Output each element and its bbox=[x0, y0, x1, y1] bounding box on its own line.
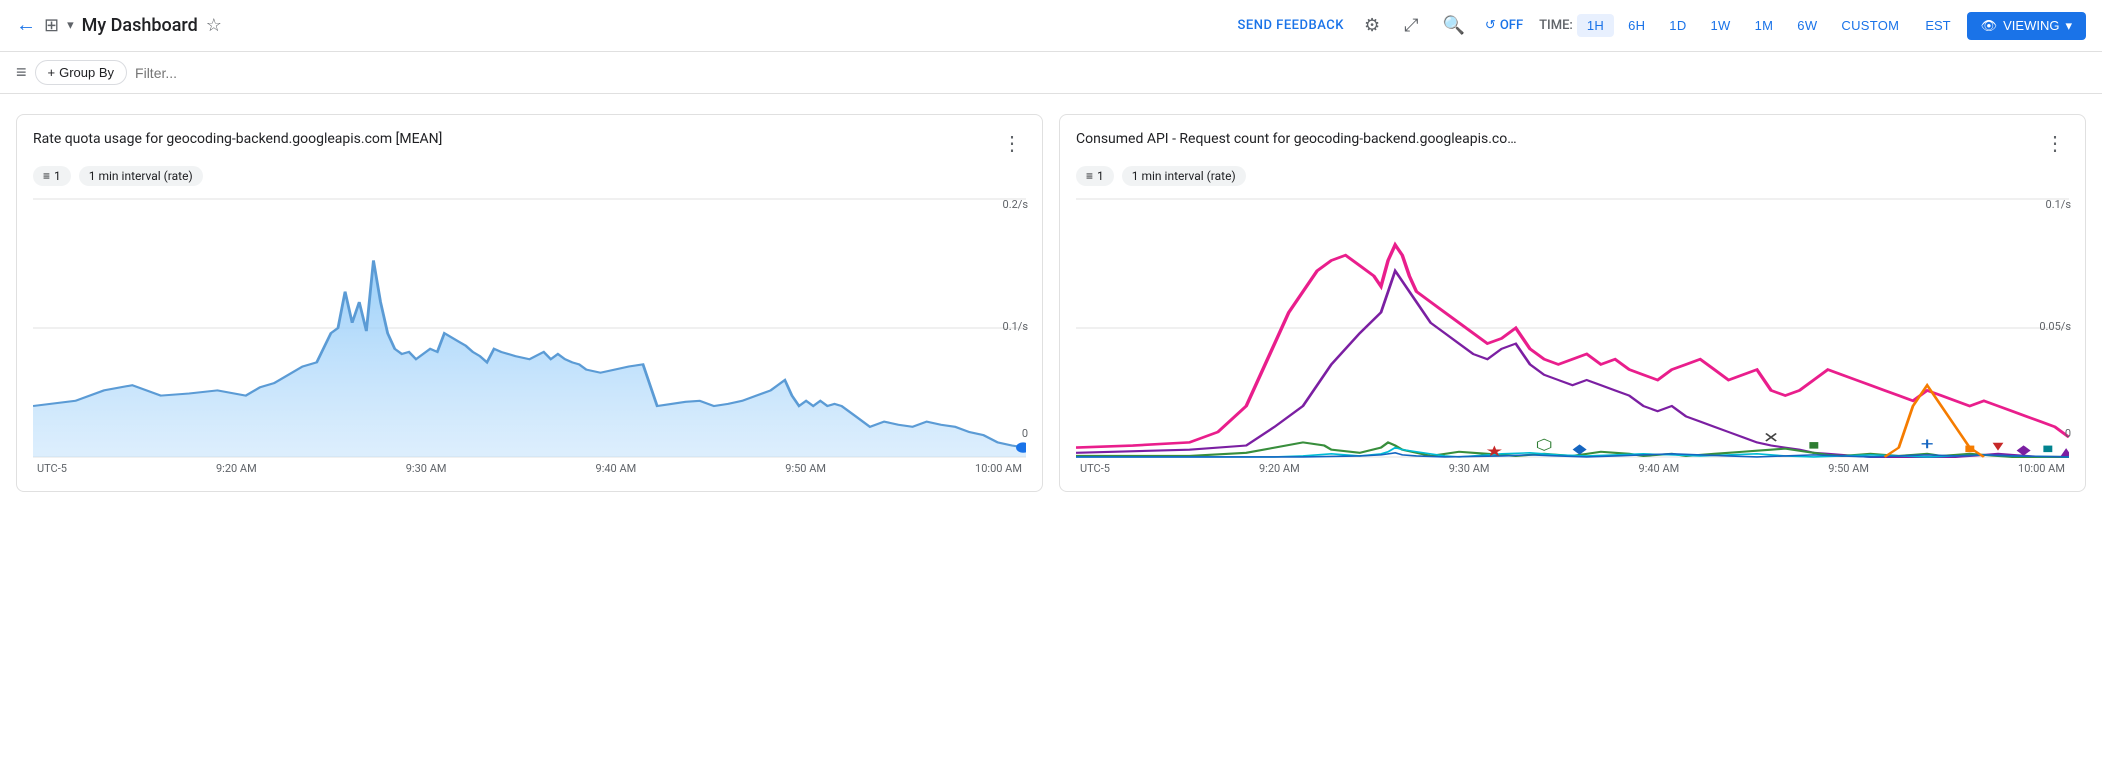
viewing-label: VIEWING bbox=[2003, 18, 2059, 33]
chart-2-svg: ★ ⬡ ◆ ✕ ■ + ■ ▼ ◆ bbox=[1076, 198, 2069, 458]
filter-bar: ≡ + Group By bbox=[0, 52, 2102, 94]
x-label-1000: 10:00 AM bbox=[975, 462, 1022, 475]
x-label-950: 9:50 AM bbox=[785, 462, 826, 475]
group-by-button[interactable]: + Group By bbox=[35, 60, 128, 85]
filter-tag-icon: ≡ bbox=[43, 169, 50, 183]
header-left: ← ⊞ ▾ My Dashboard ☆ bbox=[16, 14, 1230, 37]
settings-icon[interactable]: ⚙ bbox=[1360, 11, 1384, 40]
y-label-bottom-1: 0 bbox=[1022, 427, 1028, 440]
time-1m-button[interactable]: 1M bbox=[1745, 14, 1784, 37]
svg-text:★: ★ bbox=[1486, 443, 1504, 458]
dashboard-title: My Dashboard bbox=[82, 15, 198, 36]
chart-1-x-labels: UTC-5 9:20 AM 9:30 AM 9:40 AM 9:50 AM 10… bbox=[33, 462, 1026, 475]
chart-2-header: Consumed API - Request count for geocodi… bbox=[1076, 131, 2069, 156]
chart-2-menu-button[interactable]: ⋮ bbox=[2041, 131, 2069, 156]
y-label-top-2: 0.1/s bbox=[2046, 198, 2071, 211]
interval-tag-label: 1 min interval (rate) bbox=[89, 169, 193, 183]
svg-text:▲: ▲ bbox=[2057, 443, 2069, 458]
fullscreen-icon[interactable]: ⤢ bbox=[1400, 11, 1422, 40]
x2-label-950: 9:50 AM bbox=[1828, 462, 1869, 475]
interval-tag-2-label: 1 min interval (rate) bbox=[1132, 169, 1236, 183]
timezone-button[interactable]: EST bbox=[1925, 18, 1950, 33]
x2-label-920: 9:20 AM bbox=[1259, 462, 1300, 475]
svg-text:■: ■ bbox=[2042, 440, 2053, 456]
dropdown-icon[interactable]: ▾ bbox=[67, 18, 74, 33]
filter-tag-2-icon: ≡ bbox=[1086, 169, 1093, 183]
chart-2-title: Consumed API - Request count for geocodi… bbox=[1076, 131, 1517, 147]
x-label-940: 9:40 AM bbox=[596, 462, 637, 475]
chart-2-filter-tag[interactable]: ≡ 1 bbox=[1076, 166, 1114, 186]
search-icon[interactable]: 🔍 bbox=[1439, 11, 1469, 40]
chart-1-tags: ≡ 1 1 min interval (rate) bbox=[33, 166, 1026, 186]
time-1w-button[interactable]: 1W bbox=[1701, 14, 1741, 37]
svg-text:✕: ✕ bbox=[1763, 430, 1780, 447]
hamburger-icon[interactable]: ≡ bbox=[16, 62, 27, 83]
chart-card-2: Consumed API - Request count for geocodi… bbox=[1059, 114, 2086, 492]
chart-2-area: ★ ⬡ ◆ ✕ ■ + ■ ▼ ◆ bbox=[1076, 198, 2069, 475]
chart-2-interval-tag[interactable]: 1 min interval (rate) bbox=[1122, 166, 1246, 186]
top-header: ← ⊞ ▾ My Dashboard ☆ SEND FEEDBACK ⚙ ⤢ 🔍… bbox=[0, 0, 2102, 52]
svg-text:⬡: ⬡ bbox=[1535, 437, 1552, 454]
chart-1-menu-button[interactable]: ⋮ bbox=[998, 131, 1026, 156]
x2-label-940: 9:40 AM bbox=[1639, 462, 1680, 475]
x-label-930: 9:30 AM bbox=[406, 462, 447, 475]
time-1d-button[interactable]: 1D bbox=[1659, 14, 1696, 37]
auto-refresh-button[interactable]: ↺ OFF bbox=[1485, 18, 1523, 33]
chart-1-area: 0.2/s 0.1/s 0 UTC-5 9:20 AM 9:30 AM 9:40… bbox=[33, 198, 1026, 475]
viewing-dropdown-icon: ▾ bbox=[2065, 18, 2072, 34]
svg-text:◆: ◆ bbox=[2017, 441, 2032, 457]
time-6h-button[interactable]: 6H bbox=[1618, 14, 1655, 37]
chart-card-1: Rate quota usage for geocoding-backend.g… bbox=[16, 114, 1043, 492]
chart-1-title: Rate quota usage for geocoding-backend.g… bbox=[33, 131, 442, 147]
svg-text:+: + bbox=[1921, 435, 1934, 454]
svg-text:◆: ◆ bbox=[1573, 440, 1588, 456]
chart-1-header: Rate quota usage for geocoding-backend.g… bbox=[33, 131, 1026, 156]
chart-1-interval-tag[interactable]: 1 min interval (rate) bbox=[79, 166, 203, 186]
back-button[interactable]: ← bbox=[16, 14, 36, 37]
filter-tag-2-value: 1 bbox=[1097, 169, 1104, 183]
chart-2-x-labels: UTC-5 9:20 AM 9:30 AM 9:40 AM 9:50 AM 10… bbox=[1076, 462, 2069, 475]
header-center: SEND FEEDBACK ⚙ ⤢ 🔍 ↺ OFF TIME: 1H 6H 1D… bbox=[1238, 11, 2086, 40]
x-label-utc5: UTC-5 bbox=[37, 462, 67, 475]
filter-tag-value: 1 bbox=[54, 169, 61, 183]
time-custom-button[interactable]: CUSTOM bbox=[1831, 14, 1909, 37]
group-by-label: Group By bbox=[59, 65, 114, 80]
time-6w-button[interactable]: 6W bbox=[1787, 14, 1827, 37]
viewing-button[interactable]: 👁 VIEWING ▾ bbox=[1967, 12, 2086, 40]
chart-2-tags: ≡ 1 1 min interval (rate) bbox=[1076, 166, 2069, 186]
time-label: TIME: bbox=[1539, 18, 1573, 33]
x2-label-930: 9:30 AM bbox=[1449, 462, 1490, 475]
chart-1-svg bbox=[33, 198, 1026, 458]
filter-input[interactable] bbox=[135, 65, 2086, 81]
y-label-mid-1: 0.1/s bbox=[1003, 320, 1028, 333]
chart-1-filter-tag[interactable]: ≡ 1 bbox=[33, 166, 71, 186]
send-feedback-button[interactable]: SEND FEEDBACK bbox=[1238, 18, 1344, 33]
x2-label-utc5: UTC-5 bbox=[1080, 462, 1110, 475]
time-section: TIME: 1H 6H 1D 1W 1M 6W CUSTOM bbox=[1539, 14, 1909, 37]
x-label-920: 9:20 AM bbox=[216, 462, 257, 475]
star-icon[interactable]: ☆ bbox=[206, 15, 222, 36]
y-label-top-1: 0.2/s bbox=[1003, 198, 1028, 211]
svg-text:■: ■ bbox=[1964, 440, 1975, 456]
plus-icon: + bbox=[48, 65, 56, 80]
y-label-bottom-2: 0 bbox=[2065, 427, 2071, 440]
eye-icon: 👁 bbox=[1981, 18, 1998, 34]
grid-icon[interactable]: ⊞ bbox=[44, 15, 59, 36]
refresh-icon: ↺ bbox=[1485, 18, 1496, 33]
main-content: Rate quota usage for geocoding-backend.g… bbox=[0, 94, 2102, 512]
time-1h-button[interactable]: 1H bbox=[1577, 14, 1614, 37]
svg-text:▼: ▼ bbox=[1989, 438, 2007, 454]
auto-refresh-label: OFF bbox=[1500, 18, 1523, 33]
y-label-mid-2: 0.05/s bbox=[2039, 320, 2071, 333]
svg-text:■: ■ bbox=[1808, 437, 1819, 453]
x2-label-1000: 10:00 AM bbox=[2018, 462, 2065, 475]
